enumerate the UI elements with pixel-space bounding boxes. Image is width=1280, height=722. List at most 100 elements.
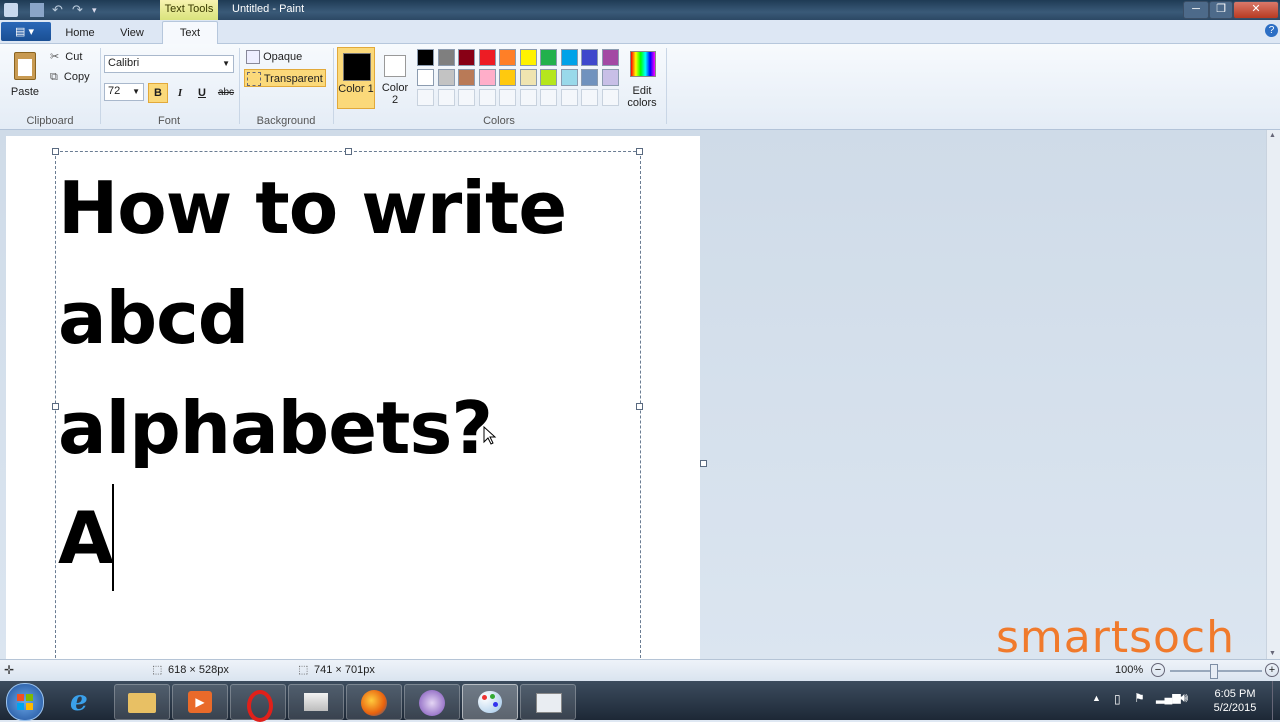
palette-color-swatch[interactable] [601,69,619,86]
palette-color-swatch[interactable] [560,49,578,66]
menu-icon: ▤ ▾ [15,26,34,38]
resize-handle[interactable] [345,148,352,155]
opaque-button[interactable]: Opaque [246,49,326,65]
palette-color-swatch[interactable] [581,69,598,86]
color1-button[interactable]: Color 1 [337,47,375,109]
custom-color-slot[interactable] [458,89,475,106]
clipboard-icon [14,52,36,80]
bold-button[interactable]: B [148,83,168,103]
paint-taskbar-icon[interactable] [462,684,518,720]
help-icon[interactable]: ? [1265,24,1278,37]
tab-home[interactable]: Home [60,24,100,42]
strikethrough-button[interactable]: abc [214,83,238,103]
title-bar: ↶ ↷ ▾ Text Tools Untitled - Paint ─ ❐ ✕ [0,0,1280,20]
start-button[interactable] [6,683,44,721]
mouse-pointer-icon [483,426,497,445]
snipping-tool-icon[interactable] [520,684,576,720]
volume-icon[interactable]: 🔊︎ [1180,690,1188,706]
tab-text[interactable]: Text [162,21,218,44]
palette-color-swatch[interactable] [540,69,557,86]
custom-color-slot[interactable] [540,89,557,106]
palette-color-swatch[interactable] [581,49,598,66]
palette-color-swatch[interactable] [560,69,578,86]
transparent-button[interactable]: Transparent [244,69,326,87]
custom-color-slot[interactable] [601,89,619,106]
internet-explorer-icon[interactable]: e [56,684,110,718]
image-size-icon: ⬚ [298,664,309,676]
custom-color-slot[interactable] [519,89,537,106]
vertical-scrollbar[interactable]: ▲ ▼ [1266,130,1280,659]
opera-icon[interactable] [230,684,286,722]
tab-view[interactable]: View [110,24,154,42]
file-explorer-icon[interactable] [114,684,170,720]
custom-color-slot[interactable] [478,89,496,106]
custom-color-slot[interactable] [437,89,455,106]
move-cursor-icon: ✛ [4,663,15,677]
underline-button[interactable]: U [192,83,212,103]
transparent-icon [247,72,261,87]
palette-color-swatch[interactable] [417,49,434,66]
show-desktop-button[interactable] [1272,681,1280,720]
clipboard-group-label: Clipboard [26,115,74,127]
palette-color-swatch[interactable] [519,49,537,66]
paint-menu-button[interactable]: ▤ ▾ [1,22,51,41]
custom-color-slot[interactable] [560,89,578,106]
ribbon: Paste ✂ Cut ⧉ Copy Clipboard Calibri ▼ 7… [0,44,1280,130]
edit-colors-button[interactable]: Edit colors [624,47,662,109]
zoom-in-icon[interactable]: + [1265,663,1279,677]
zoom-slider-thumb[interactable] [1210,664,1218,679]
custom-color-slot[interactable] [499,89,516,106]
zoom-slider[interactable] [1170,664,1262,679]
scissors-icon: ✂ [50,51,60,63]
window-app-icon[interactable] [288,684,344,720]
palette-color-swatch[interactable] [458,69,475,86]
show-hidden-icons[interactable]: ▲ [1092,693,1101,703]
scroll-up-icon[interactable]: ▲ [1269,132,1276,139]
italic-button[interactable]: I [170,83,190,103]
palette-color-swatch[interactable] [601,49,619,66]
cut-button[interactable]: ✂ Cut [50,50,82,63]
windows-taskbar: e ▶ ▲ ▯ ⚑ ▂▄▆ 🔊︎ 6:05 PM 5/2/2015 [0,681,1280,722]
palette-color-swatch[interactable] [478,69,496,86]
palette-color-swatch[interactable] [458,49,475,66]
redo-icon[interactable]: ↷ [72,3,86,17]
undo-icon[interactable]: ↶ [52,3,66,17]
custom-color-slot[interactable] [581,89,598,106]
close-button[interactable]: ✕ [1233,1,1279,19]
clock[interactable]: 6:05 PM 5/2/2015 [1200,687,1270,715]
resize-handle[interactable] [636,148,643,155]
palette-color-swatch[interactable] [437,69,455,86]
color1-label: Color 1 [338,83,374,95]
palette-color-swatch[interactable] [519,69,537,86]
font-size-dropdown[interactable]: 72 ▼ [104,83,144,101]
font-family-dropdown[interactable]: Calibri ▼ [104,55,234,73]
minimize-button[interactable]: ─ [1183,1,1209,19]
network-icon[interactable]: ▂▄▆ [1156,691,1181,704]
palette-color-swatch[interactable] [478,49,496,66]
palette-color-swatch[interactable] [437,49,455,66]
customize-qat-icon[interactable]: ▾ [92,3,106,17]
media-player-icon[interactable]: ▶ [172,684,228,720]
custom-color-slot[interactable] [417,89,434,106]
resize-handle[interactable] [636,403,643,410]
recorder-app-icon[interactable] [404,684,460,720]
paste-button[interactable]: Paste [4,48,46,100]
canvas-resize-handle[interactable] [700,460,707,467]
firefox-icon[interactable] [346,684,402,720]
canvas-text-line: How to write [58,166,567,250]
palette-color-swatch[interactable] [499,49,516,66]
zoom-out-icon[interactable]: − [1151,663,1165,677]
palette-color-swatch[interactable] [540,49,557,66]
scroll-down-icon[interactable]: ▼ [1269,650,1276,657]
maximize-button[interactable]: ❐ [1209,1,1233,19]
resize-handle[interactable] [52,148,59,155]
clock-date: 5/2/2015 [1213,702,1257,714]
color2-button[interactable]: Color 2 [379,47,413,109]
save-icon[interactable] [30,3,44,17]
device-icon[interactable]: ▯ [1114,692,1121,706]
action-center-flag-icon[interactable]: ⚑ [1134,691,1145,705]
copy-button[interactable]: ⧉ Copy [50,71,90,84]
palette-color-swatch[interactable] [499,69,516,86]
palette-color-swatch[interactable] [417,69,434,86]
cut-label: Cut [65,51,83,63]
